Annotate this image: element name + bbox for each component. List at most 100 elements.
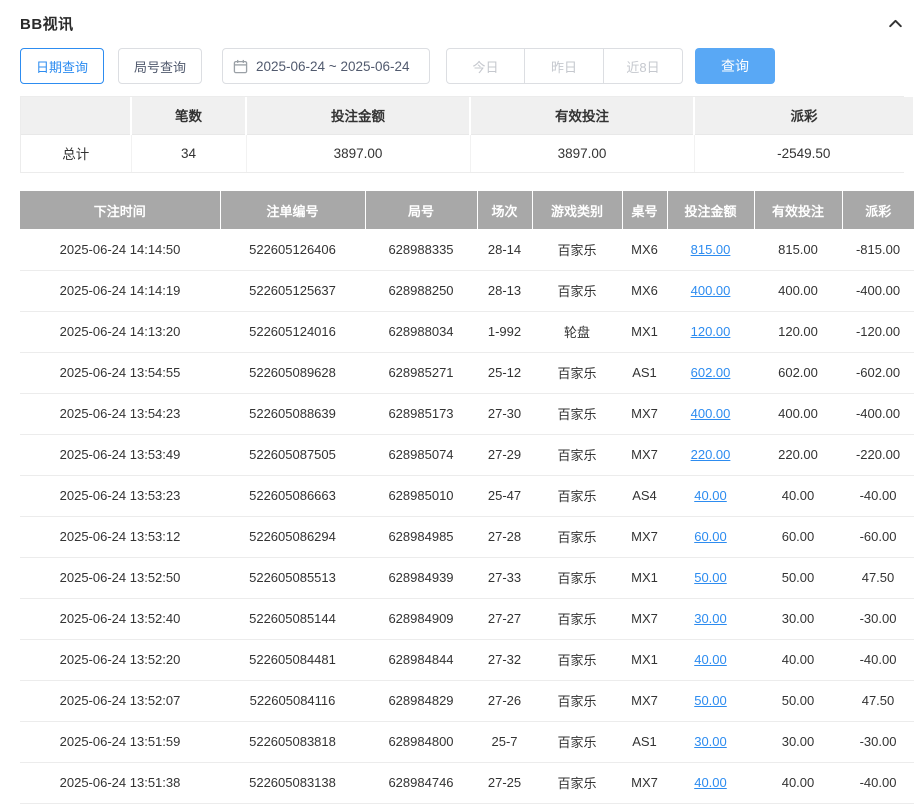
cell-session: 27-32 bbox=[477, 639, 532, 680]
column-header-table-no: 桌号 bbox=[622, 191, 667, 229]
bet-amount-link[interactable]: 50.00 bbox=[694, 570, 727, 585]
cell-table-no: MX7 bbox=[622, 516, 667, 557]
date-range-input[interactable]: 2025-06-24 ~ 2025-06-24 bbox=[222, 48, 430, 84]
table-row: 2025-06-24 13:53:49522605087505628985074… bbox=[20, 434, 914, 475]
cell-order-id: 522605084116 bbox=[220, 680, 365, 721]
cell-game-type: 百家乐 bbox=[532, 598, 622, 639]
bet-amount-link[interactable]: 50.00 bbox=[694, 693, 727, 708]
cell-valid-bet: 30.00 bbox=[754, 721, 842, 762]
cell-order-id: 522605087505 bbox=[220, 434, 365, 475]
cell-session: 1-992 bbox=[477, 311, 532, 352]
cell-round-id: 628984985 bbox=[365, 516, 477, 557]
cell-bet-amount: 50.00 bbox=[667, 557, 754, 598]
cell-table-no: MX7 bbox=[622, 598, 667, 639]
bet-amount-link[interactable]: 400.00 bbox=[691, 406, 731, 421]
cell-payout: -30.00 bbox=[842, 598, 914, 639]
cell-bet-amount: 400.00 bbox=[667, 393, 754, 434]
table-row: 2025-06-24 13:52:50522605085513628984939… bbox=[20, 557, 914, 598]
date-range-value: 2025-06-24 ~ 2025-06-24 bbox=[256, 59, 410, 74]
cell-game-type: 百家乐 bbox=[532, 516, 622, 557]
cell-order-id: 522605086663 bbox=[220, 475, 365, 516]
cell-valid-bet: 40.00 bbox=[754, 475, 842, 516]
summary-table: 笔数 投注金额 有效投注 派彩 总计 34 3897.00 3897.00 -2… bbox=[20, 96, 904, 173]
cell-game-type: 百家乐 bbox=[532, 352, 622, 393]
cell-game-type: 轮盘 bbox=[532, 311, 622, 352]
cell-bet-amount: 120.00 bbox=[667, 311, 754, 352]
cell-valid-bet: 602.00 bbox=[754, 352, 842, 393]
cell-table-no: MX6 bbox=[622, 270, 667, 311]
cell-round-id: 628984844 bbox=[365, 639, 477, 680]
summary-header-bet-amount: 投注金额 bbox=[246, 97, 470, 134]
cell-session: 27-29 bbox=[477, 434, 532, 475]
cell-round-id: 628984829 bbox=[365, 680, 477, 721]
column-header-game-type: 游戏类别 bbox=[532, 191, 622, 229]
last-8-days-button[interactable]: 近8日 bbox=[604, 48, 683, 84]
cell-table-no: AS4 bbox=[622, 475, 667, 516]
bet-amount-link[interactable]: 400.00 bbox=[691, 283, 731, 298]
bet-amount-link[interactable]: 30.00 bbox=[694, 611, 727, 626]
cell-round-id: 628984800 bbox=[365, 721, 477, 762]
cell-session: 27-26 bbox=[477, 680, 532, 721]
chevron-up-icon[interactable] bbox=[887, 15, 904, 32]
cell-table-no: MX1 bbox=[622, 557, 667, 598]
cell-round-id: 628985010 bbox=[365, 475, 477, 516]
cell-payout: -815.00 bbox=[842, 229, 914, 270]
cell-valid-bet: 400.00 bbox=[754, 393, 842, 434]
cell-time: 2025-06-24 13:51:38 bbox=[20, 762, 220, 803]
cell-game-type: 百家乐 bbox=[532, 270, 622, 311]
summary-count-value: 34 bbox=[131, 134, 246, 172]
cell-game-type: 百家乐 bbox=[532, 434, 622, 475]
yesterday-button[interactable]: 昨日 bbox=[525, 48, 604, 84]
bet-table-body: 2025-06-24 14:14:50522605126406628988335… bbox=[20, 229, 914, 803]
cell-payout: 47.50 bbox=[842, 557, 914, 598]
today-button[interactable]: 今日 bbox=[446, 48, 525, 84]
bet-amount-link[interactable]: 815.00 bbox=[691, 242, 731, 257]
cell-time: 2025-06-24 13:53:12 bbox=[20, 516, 220, 557]
cell-game-type: 百家乐 bbox=[532, 557, 622, 598]
cell-payout: -120.00 bbox=[842, 311, 914, 352]
cell-bet-amount: 50.00 bbox=[667, 680, 754, 721]
bet-amount-link[interactable]: 602.00 bbox=[691, 365, 731, 380]
cell-payout: -40.00 bbox=[842, 639, 914, 680]
search-button[interactable]: 查询 bbox=[695, 48, 775, 84]
column-header-session: 场次 bbox=[477, 191, 532, 229]
summary-header-count: 笔数 bbox=[131, 97, 246, 134]
cell-time: 2025-06-24 14:14:50 bbox=[20, 229, 220, 270]
table-row: 2025-06-24 13:51:59522605083818628984800… bbox=[20, 721, 914, 762]
round-query-tab[interactable]: 局号查询 bbox=[118, 48, 202, 84]
table-row: 2025-06-24 13:52:40522605085144628984909… bbox=[20, 598, 914, 639]
cell-table-no: MX7 bbox=[622, 762, 667, 803]
summary-header-payout: 派彩 bbox=[694, 97, 913, 134]
summary-payout-value: -2549.50 bbox=[694, 134, 913, 172]
bet-amount-link[interactable]: 40.00 bbox=[694, 652, 727, 667]
bet-amount-link[interactable]: 120.00 bbox=[691, 324, 731, 339]
bet-amount-link[interactable]: 40.00 bbox=[694, 775, 727, 790]
column-header-order-id: 注单编号 bbox=[220, 191, 365, 229]
cell-order-id: 522605089628 bbox=[220, 352, 365, 393]
cell-game-type: 百家乐 bbox=[532, 762, 622, 803]
cell-game-type: 百家乐 bbox=[532, 229, 622, 270]
cell-bet-amount: 30.00 bbox=[667, 598, 754, 639]
bet-amount-link[interactable]: 30.00 bbox=[694, 734, 727, 749]
summary-header-valid-bet: 有效投注 bbox=[470, 97, 694, 134]
bet-amount-link[interactable]: 60.00 bbox=[694, 529, 727, 544]
date-query-tab[interactable]: 日期查询 bbox=[20, 48, 104, 84]
column-header-round-id: 局号 bbox=[365, 191, 477, 229]
bet-amount-link[interactable]: 220.00 bbox=[691, 447, 731, 462]
cell-time: 2025-06-24 14:13:20 bbox=[20, 311, 220, 352]
table-row: 2025-06-24 13:51:38522605083138628984746… bbox=[20, 762, 914, 803]
calendar-icon bbox=[233, 59, 248, 74]
cell-table-no: MX1 bbox=[622, 639, 667, 680]
cell-session: 25-47 bbox=[477, 475, 532, 516]
cell-session: 27-28 bbox=[477, 516, 532, 557]
cell-order-id: 522605083138 bbox=[220, 762, 365, 803]
bet-amount-link[interactable]: 40.00 bbox=[694, 488, 727, 503]
cell-bet-amount: 40.00 bbox=[667, 762, 754, 803]
cell-payout: -602.00 bbox=[842, 352, 914, 393]
cell-round-id: 628985271 bbox=[365, 352, 477, 393]
cell-payout: -400.00 bbox=[842, 270, 914, 311]
cell-bet-amount: 30.00 bbox=[667, 721, 754, 762]
cell-order-id: 522605084481 bbox=[220, 639, 365, 680]
table-row: 2025-06-24 13:53:23522605086663628985010… bbox=[20, 475, 914, 516]
cell-table-no: AS1 bbox=[622, 352, 667, 393]
